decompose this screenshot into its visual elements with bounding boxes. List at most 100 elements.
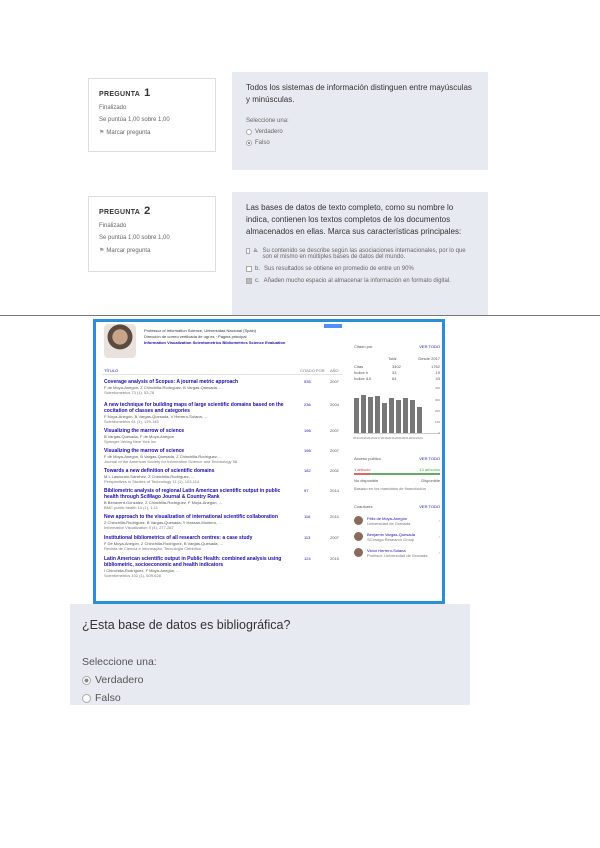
stat-label: Citas: [354, 364, 364, 369]
not-available-count: 1 artículo: [354, 467, 371, 472]
article-title[interactable]: Bibliometric analysis of regional Latin …: [104, 488, 284, 500]
radio-true[interactable]: [246, 129, 252, 135]
question-number: 2: [144, 205, 151, 217]
x-tick-2023: 2023: [416, 436, 423, 440]
x-tick-2017: 2017: [374, 436, 381, 440]
coauthor-affiliation: Profesor, Universidad de Granada: [367, 553, 428, 558]
coauthor-item[interactable]: Félix de Moya-Anegón Universidad de Gran…: [354, 516, 440, 530]
chevron-right-icon[interactable]: ›: [439, 550, 440, 555]
bar-2017[interactable]: [375, 396, 380, 433]
article-year: 2010: [330, 514, 339, 519]
bar-2019[interactable]: [389, 398, 394, 433]
option-a[interactable]: a. Su contenido se describe según las aso…: [246, 248, 474, 260]
profile-photo: [104, 324, 136, 358]
question-text: Las bases de datos de texto completo, co…: [246, 203, 462, 236]
cited-by-label: Citado por: [354, 344, 373, 349]
chevron-right-icon[interactable]: ›: [439, 518, 440, 523]
public-access-view-all[interactable]: VER TODO: [419, 456, 440, 461]
view-all-link[interactable]: VER TODO: [419, 344, 440, 349]
article-journal: Scientometrics 61 (1), 129-145: [104, 419, 159, 424]
question-text: Todos los sistemas de información distin…: [246, 83, 472, 104]
coauthor-affiliation: Universidad de Granada: [367, 521, 411, 526]
bar-2021[interactable]: [403, 398, 408, 433]
option-false[interactable]: Falso: [246, 140, 474, 146]
public-access-label: Acceso público: [354, 456, 381, 461]
citations-bar-chart: 400 300 200 100 0: [354, 386, 440, 435]
article-cited[interactable]: 116: [304, 514, 310, 519]
article-title[interactable]: Latin American scientific output in Publ…: [104, 556, 284, 568]
article-cited[interactable]: 196: [304, 428, 311, 433]
article-cited[interactable]: 97: [304, 488, 308, 493]
coauthors-view-all[interactable]: VER TODO: [419, 504, 440, 509]
flag-question-button[interactable]: ⚑ Marcar pregunta: [99, 247, 205, 254]
bar-2020[interactable]: [396, 400, 401, 433]
option-true[interactable]: Verdadero: [82, 674, 460, 686]
option-c[interactable]: c. Añaden mucho espacio al almacenar la i…: [246, 278, 474, 284]
col-title[interactable]: TÍTULO: [104, 368, 118, 373]
option-b[interactable]: b. Sus resultados se obtiene en promedio …: [246, 266, 474, 272]
scholar-profile-screenshot: Professor of Information Science, Univer…: [93, 319, 445, 604]
y-tick: 200: [434, 409, 440, 413]
table-row: A new technique for building maps of lar…: [104, 402, 340, 426]
article-cited[interactable]: 236: [304, 402, 311, 407]
coauthor-affiliation: SCImago Research Group: [367, 537, 415, 542]
checkbox-c[interactable]: [246, 278, 252, 284]
question-number: 1: [144, 87, 151, 99]
stat-since: 1762: [431, 364, 440, 369]
follow-button[interactable]: [324, 324, 342, 328]
question-label: PREGUNTA: [99, 91, 140, 98]
checkbox-b[interactable]: [246, 266, 252, 272]
radio-false[interactable]: [82, 693, 91, 703]
col-year[interactable]: AÑO: [330, 368, 339, 373]
flag-question-button[interactable]: ⚑ Marcar pregunta: [99, 129, 205, 136]
article-year: 2007: [330, 379, 339, 384]
article-cited[interactable]: 113: [304, 535, 310, 540]
article-cited[interactable]: 535: [304, 379, 311, 384]
available-label: Disponible: [421, 478, 440, 483]
divider: [0, 315, 600, 316]
x-tick-2015: 2015: [360, 436, 367, 440]
checkbox-a[interactable]: [246, 248, 251, 254]
coauthors-label: Coautores: [354, 504, 373, 509]
avatar: [354, 548, 363, 557]
coauthor-item[interactable]: Victor Herrero-Solana Profesor, Universi…: [354, 548, 440, 562]
col-cited[interactable]: CITADO POR: [300, 368, 325, 373]
coauthor-item[interactable]: Benjamín Vargas-Quesada SCImago Research…: [354, 532, 440, 546]
article-cited[interactable]: 196: [304, 448, 311, 453]
select-label: Seleccione una:: [82, 656, 157, 668]
article-year: 2014: [330, 488, 339, 493]
bar-2023[interactable]: [417, 407, 422, 433]
article-year: 2007: [330, 448, 339, 453]
article-journal: BMC public health 14 (1), 1-11: [104, 505, 158, 510]
option-false[interactable]: Falso: [82, 692, 460, 704]
chevron-right-icon[interactable]: ›: [439, 534, 440, 539]
avatar: [354, 516, 363, 525]
radio-false[interactable]: [246, 140, 252, 146]
article-title[interactable]: A new technique for building maps of lar…: [104, 402, 284, 414]
article-year: 2002: [330, 468, 339, 473]
stat-since: 43: [435, 376, 440, 381]
bar-2018[interactable]: [382, 403, 387, 433]
article-cited[interactable]: 124: [304, 556, 311, 561]
flag-icon: ⚑: [99, 130, 105, 136]
not-available-label: No disponible: [354, 478, 379, 483]
article-journal: Revista de Ciencia e Informação, Tecnolo…: [104, 546, 201, 551]
article-year: 2007: [330, 535, 339, 540]
article-journal: Information Visualization 9 (4), 277-287: [104, 525, 174, 530]
article-journal: Scientometrics 73 (1), 53-78: [104, 390, 155, 395]
option-true[interactable]: Verdadero: [246, 129, 474, 135]
bar-2022[interactable]: [410, 400, 415, 433]
radio-true[interactable]: [82, 675, 91, 685]
bar-2015[interactable]: [361, 395, 366, 433]
bar-2016[interactable]: [368, 397, 373, 433]
table-row: Latin American scientific output in Publ…: [104, 556, 340, 580]
bar-2014[interactable]: [354, 398, 359, 433]
article-cited[interactable]: 182: [304, 468, 311, 473]
stat-label: Índice i10: [354, 376, 372, 381]
stat-total: 3402: [392, 364, 401, 369]
question-score: Se puntúa 1,00 sobre 1,00: [99, 235, 170, 241]
y-tick: 400: [434, 386, 440, 390]
profile-interests[interactable]: Information Visualization Scientometrics…: [144, 340, 285, 346]
question-text: ¿Esta base de datos es bibliográfica?: [82, 618, 291, 632]
x-tick-2021: 2021: [402, 436, 409, 440]
